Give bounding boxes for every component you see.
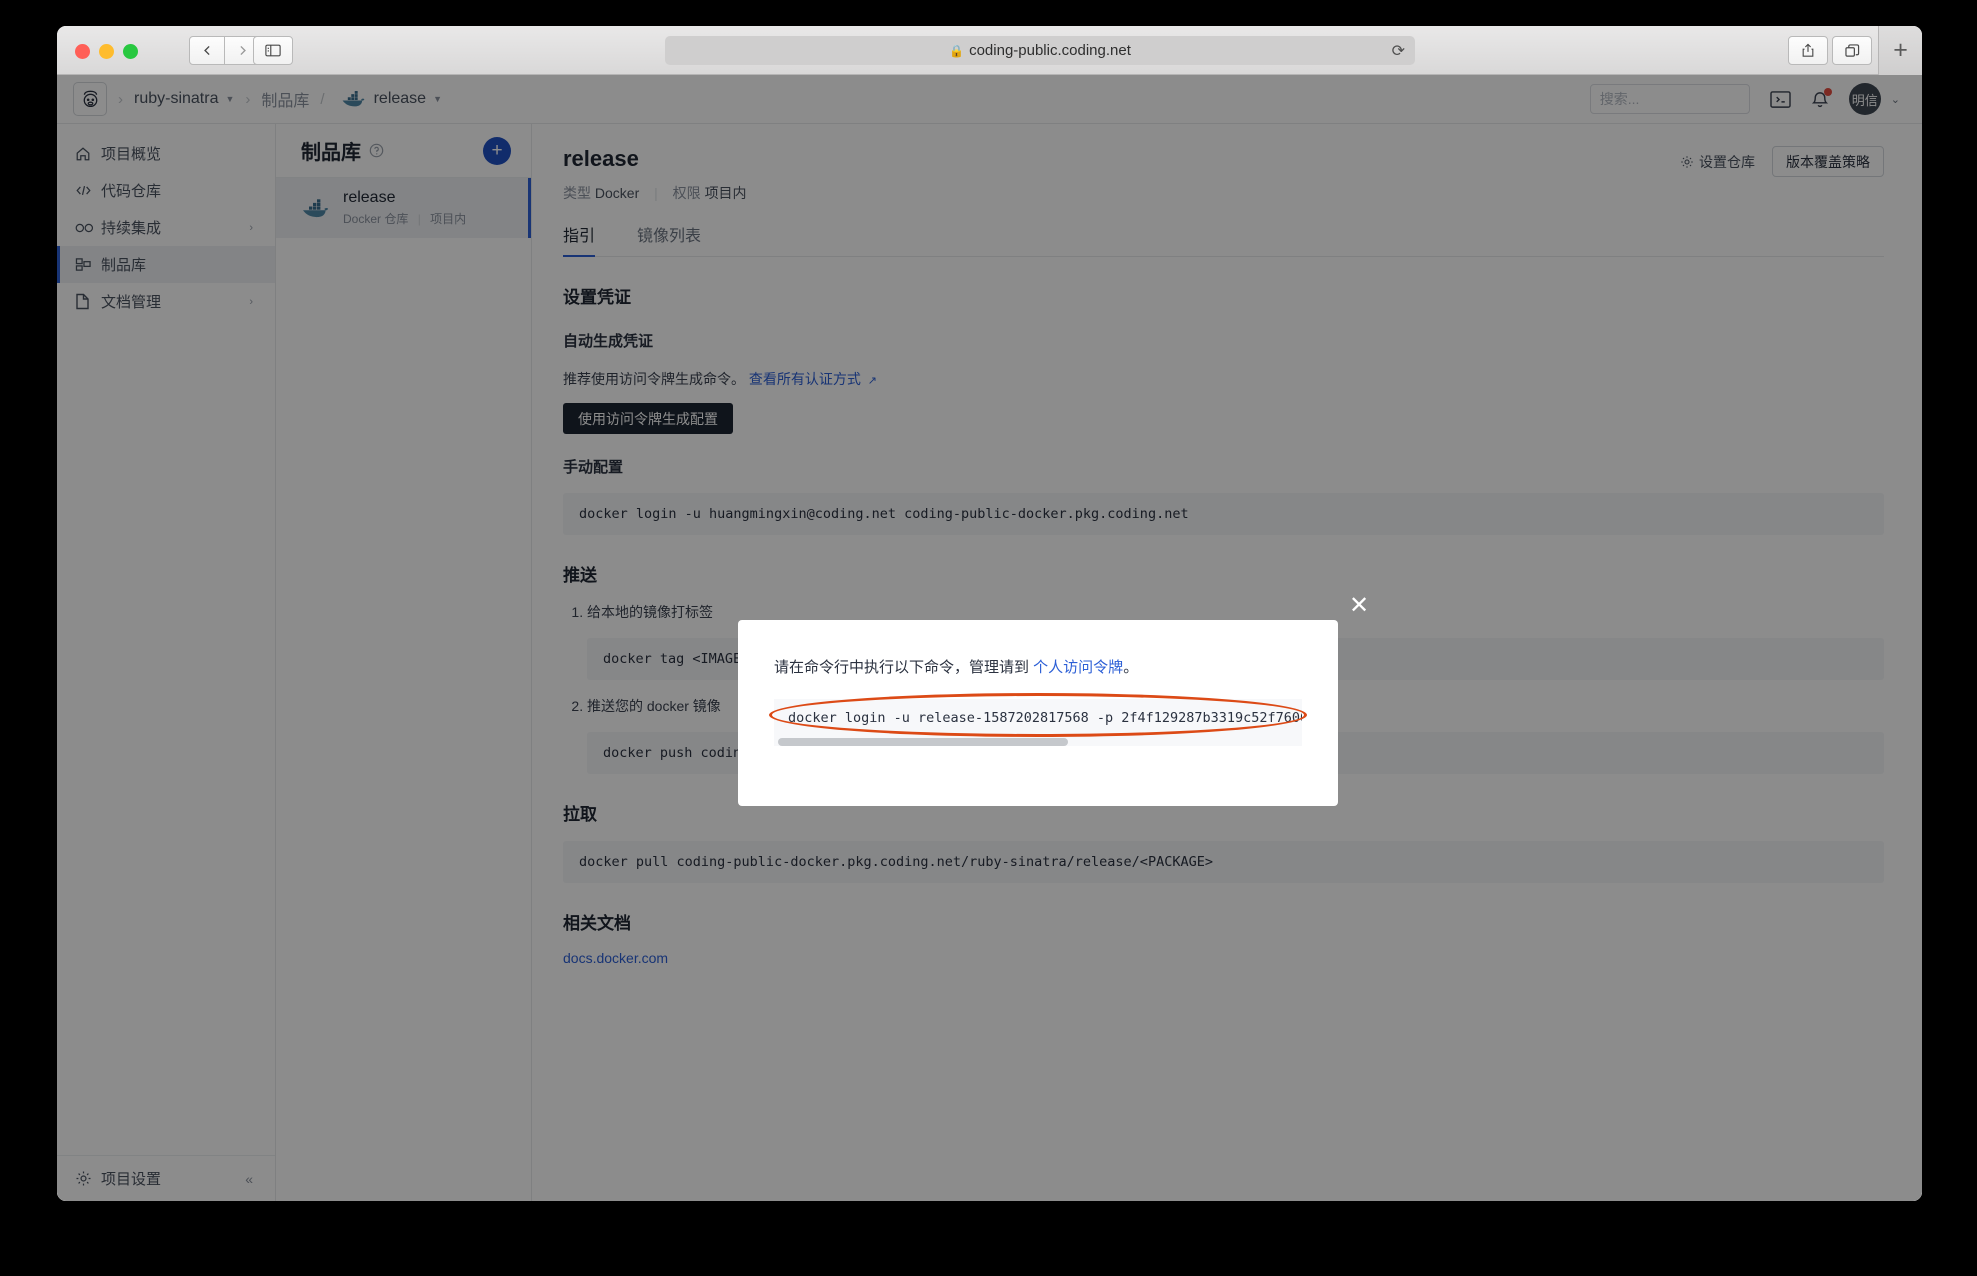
new-tab-label: + — [1893, 36, 1908, 64]
modal-command-scrollbar[interactable] — [774, 737, 1302, 746]
modal-text-before: 请在命令行中执行以下命令，管理请到 — [774, 659, 1034, 676]
modal-command-wrapper: docker login -u release-1587202817568 -p… — [769, 693, 1307, 737]
show-tabs-button[interactable] — [1832, 36, 1872, 65]
window-controls — [75, 44, 138, 59]
minimize-window-button[interactable] — [99, 44, 114, 59]
show-tabs-icon — [1844, 43, 1859, 57]
token-command-modal: 请在命令行中执行以下命令，管理请到 个人访问令牌。 docker login -… — [738, 620, 1338, 806]
close-icon: ✕ — [1348, 592, 1370, 619]
close-window-button[interactable] — [75, 44, 90, 59]
share-button[interactable] — [1788, 36, 1828, 65]
share-icon — [1802, 43, 1814, 57]
sidebar-toggle-button[interactable] — [253, 36, 293, 65]
close-modal-button[interactable]: ✕ — [1346, 593, 1372, 619]
chevron-left-icon — [203, 45, 210, 56]
maximize-window-button[interactable] — [123, 44, 138, 59]
modal-login-command[interactable]: docker login -u release-1587202817568 -p… — [774, 699, 1302, 737]
modal-description: 请在命令行中执行以下命令，管理请到 个人访问令牌。 — [774, 656, 1302, 677]
web-page: › ruby-sinatra ▼ › 制品库 / release ▼ 搜索...… — [57, 75, 1922, 1201]
back-button[interactable] — [189, 36, 225, 65]
address-bar[interactable]: 🔒 coding-public.coding.net ⟳ — [665, 36, 1415, 65]
personal-access-token-link[interactable]: 个人访问令牌 — [1033, 659, 1123, 676]
reload-button[interactable]: ⟳ — [1392, 41, 1405, 61]
scrollbar-thumb[interactable] — [778, 738, 1069, 746]
personal-access-token-label: 个人访问令牌 — [1033, 659, 1124, 676]
sidebar-toggle-icon — [265, 44, 281, 57]
lock-icon: 🔒 — [949, 43, 965, 58]
chevron-right-icon — [240, 45, 246, 56]
new-tab-button[interactable]: + — [1878, 26, 1922, 75]
url-text: coding-public.coding.net — [969, 42, 1131, 59]
browser-window: 🔒 coding-public.coding.net ⟳ + › ruby-si… — [57, 26, 1922, 1201]
browser-titlebar: 🔒 coding-public.coding.net ⟳ + — [57, 26, 1922, 75]
modal-text-after: 。 — [1123, 659, 1139, 676]
